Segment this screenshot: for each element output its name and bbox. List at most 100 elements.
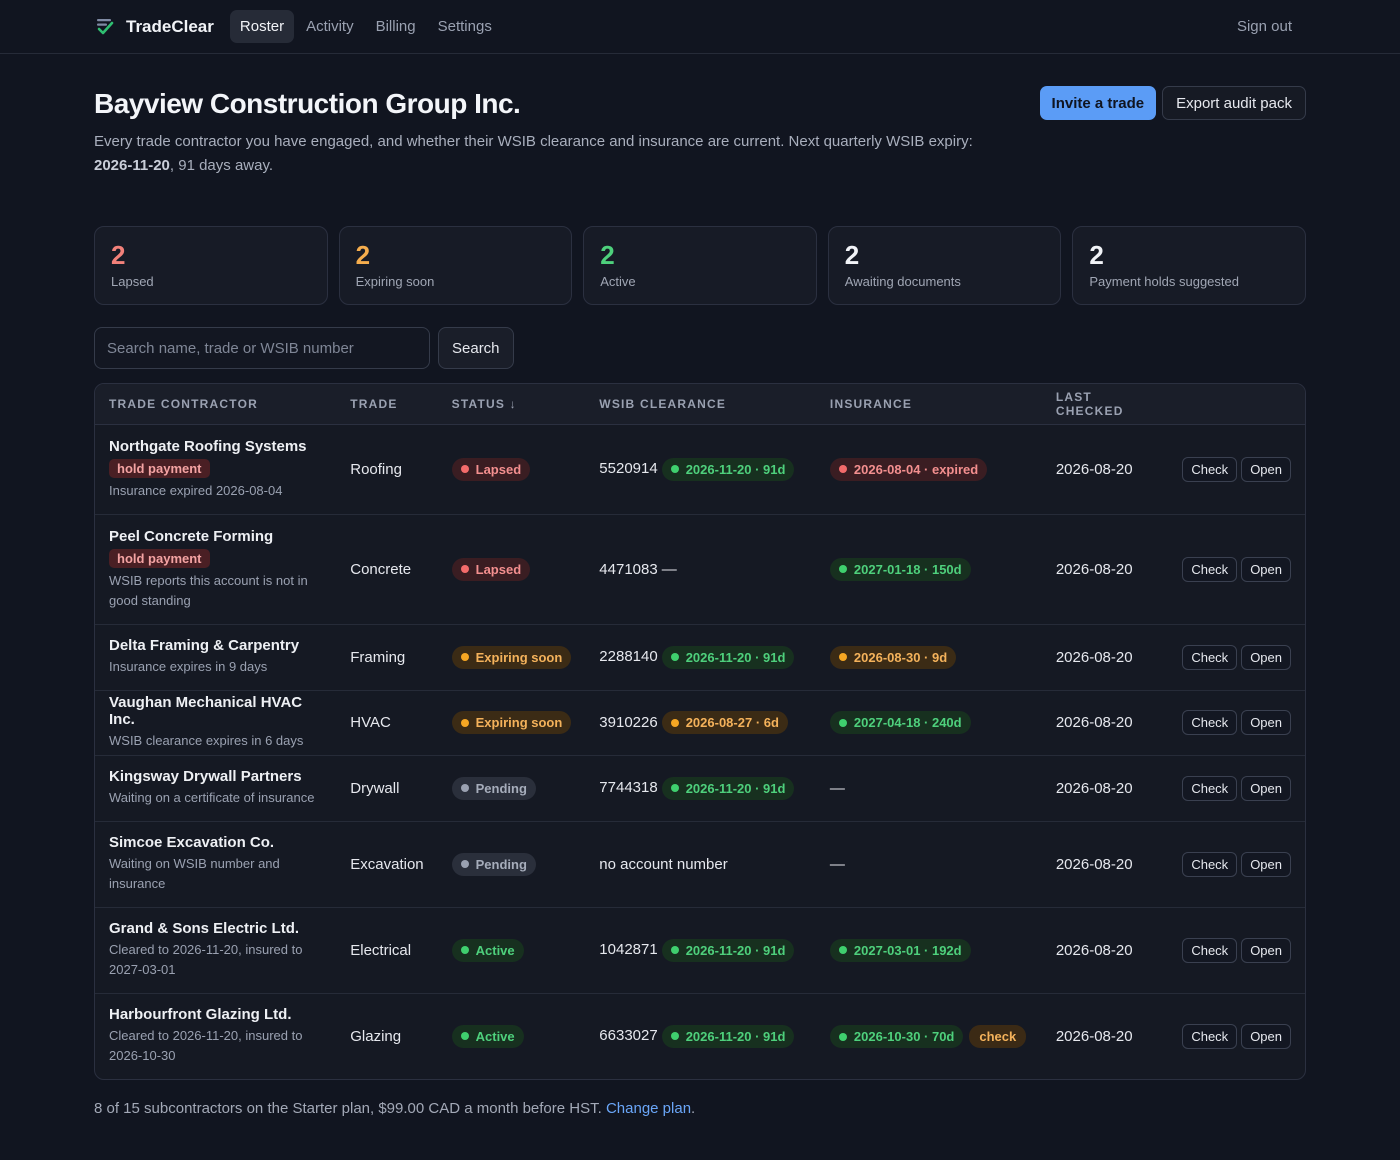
last-checked-date: 2026-08-20 [1055,460,1133,478]
export-audit-pack-button[interactable]: Export audit pack [1162,86,1306,120]
search-button[interactable]: Search [438,327,514,369]
contractor-name[interactable]: Vaughan Mechanical HVAC Inc. [109,694,322,728]
status-badge: Active [451,1024,524,1048]
wsib-expiry-pill: 2026-11-20 · 91d [661,645,795,669]
status-badge-text: Active [475,1028,515,1044]
contractor-name[interactable]: Delta Framing & Carpentry [109,637,322,654]
check-button[interactable]: Check [1182,556,1238,582]
wsib-expiry-pill: 2026-08-27 · 6d [661,711,788,734]
open-button[interactable]: Open [1241,1023,1291,1049]
open-button[interactable]: Open [1241,456,1291,482]
table-row[interactable]: Simcoe Excavation Co. Waiting on WSIB num… [95,821,1305,908]
insurance-expiry-pill: 2027-01-18 · 150d [829,557,971,581]
row-actions: Check Open [1182,775,1291,801]
table-row[interactable]: Kingsway Drywall Partners Waiting on a ce… [95,755,1305,822]
check-button[interactable]: Check [1182,710,1238,735]
brand[interactable]: TradeClear [94,14,214,40]
open-button[interactable]: Open [1241,556,1291,582]
contractor-name[interactable]: Peel Concrete Forming [109,528,322,545]
table-row[interactable]: Harbourfront Glazing Ltd. Cleared to 2026… [95,993,1305,1079]
trade-text: HVAC [350,714,391,731]
header-actions [1168,384,1305,425]
header-insurance[interactable]: INSURANCE [815,384,1042,425]
trade-text: Concrete [350,560,412,578]
check-button[interactable]: Check [1182,1023,1238,1049]
insurance-expiry-pill-text: 2027-01-18 · 150d [853,561,962,577]
row-actions: Check Open [1182,456,1291,482]
table-row[interactable]: Grand & Sons Electric Ltd. Cleared to 202… [95,907,1305,994]
header-wsib-clearance[interactable]: WSIB CLEARANCE [585,384,816,425]
cell-status: Active [438,993,586,1079]
cell-wsib: 7744318 2026-11-20 · 91d [585,755,816,822]
cell-actions: Check Open [1168,690,1305,756]
table-row[interactable]: Delta Framing & Carpentry Insurance expir… [95,624,1305,691]
status-badge: Active [451,938,524,962]
contractor-name[interactable]: Harbourfront Glazing Ltd. [109,1006,322,1023]
stat-value: 2 [111,240,126,270]
plan-text: 8 of 15 subcontractors on the Starter pl… [94,1100,606,1117]
roster-table: TRADE CONTRACTOR TRADE STATUS ↓ WSIB CLE… [94,383,1306,1080]
cell-last-checked: 2026-08-20 [1041,514,1169,625]
contractor-name[interactable]: Northgate Roofing Systems [109,438,322,455]
status-dot-icon [838,718,847,727]
header-trade-contractor[interactable]: TRADE CONTRACTOR [95,384,337,425]
row-actions: Check Open [1182,644,1291,670]
table-row[interactable]: Northgate Roofing Systems hold payment Ins… [95,424,1305,515]
page-header: Bayview Construction Group Inc. Every tr… [94,54,1306,178]
cell-actions: Check Open [1168,821,1305,908]
table-row[interactable]: Vaughan Mechanical HVAC Inc. WSIB clearan… [95,690,1305,756]
open-button[interactable]: Open [1241,710,1291,735]
check-button[interactable]: Check [1182,851,1238,877]
stat-value: 2 [600,240,615,270]
contractor-name[interactable]: Grand & Sons Electric Ltd. [109,920,322,937]
wsib-expiry-pill: 2026-11-20 · 91d [661,1024,795,1048]
header-trade[interactable]: TRADE [336,384,438,425]
search-input[interactable] [94,327,430,369]
status-dot-icon [670,784,679,792]
trade-text: Framing [350,648,406,666]
sign-out-link[interactable]: Sign out [1237,18,1292,35]
tab-activity[interactable]: Activity [296,10,364,43]
invite-trade-button[interactable]: Invite a trade [1039,86,1157,120]
wsib-expiry-pill-text: 2026-11-20 · 91d [685,461,786,477]
contractor-note: WSIB reports this account is not in good… [109,572,308,608]
contractor-note: Insurance expired 2026-08-04 [109,482,283,498]
last-checked-date: 2026-08-20 [1055,560,1133,578]
check-button[interactable]: Check [1182,644,1238,670]
open-button[interactable]: Open [1241,937,1291,963]
contractor-name[interactable]: Kingsway Drywall Partners [109,768,322,785]
status-dot-icon [670,946,679,954]
cell-trade: Roofing [336,424,438,515]
open-button[interactable]: Open [1241,775,1291,801]
stat-value: 2 [355,240,371,270]
cell-status: Expiring soon [437,690,586,756]
row-actions: Check Open [1182,710,1291,735]
last-checked-date: 2026-08-20 [1055,648,1133,666]
cell-wsib: 3910226 2026-08-27 · 6d [585,690,816,756]
trade-text: Roofing [350,460,402,478]
open-button[interactable]: Open [1241,851,1291,877]
status-dot-icon [460,1032,469,1041]
row-actions: Check Open [1182,1023,1291,1049]
check-button[interactable]: Check [1182,937,1238,963]
tab-billing[interactable]: Billing [366,10,426,43]
table-row[interactable]: Peel Concrete Forming hold payment WSIB re… [95,514,1305,625]
wsib-number: 2288140 [599,648,658,665]
contractor-name[interactable]: Simcoe Excavation Co. [109,834,322,851]
header-last-checked[interactable]: LAST CHECKED [1041,384,1169,425]
cell-status: Pending [437,755,586,822]
row-actions: Check Open [1182,851,1291,877]
tab-roster[interactable]: Roster [229,10,295,43]
status-dot-icon [670,465,679,473]
change-plan-link[interactable]: Change plan [606,1100,691,1117]
check-button[interactable]: Check [1182,775,1238,801]
wsib-text: — [661,560,677,578]
cell-insurance: — [815,821,1042,908]
wsib-text: no account number [599,855,728,873]
wsib-expiry-pill-text: 2026-11-20 · 91d [685,942,786,958]
tab-settings[interactable]: Settings [428,10,502,43]
open-button[interactable]: Open [1241,644,1291,670]
check-button[interactable]: Check [1182,456,1238,482]
header-status[interactable]: STATUS ↓ [437,384,586,425]
contractor-note: Cleared to 2026-11-20, insured to 2026-1… [109,1028,303,1064]
